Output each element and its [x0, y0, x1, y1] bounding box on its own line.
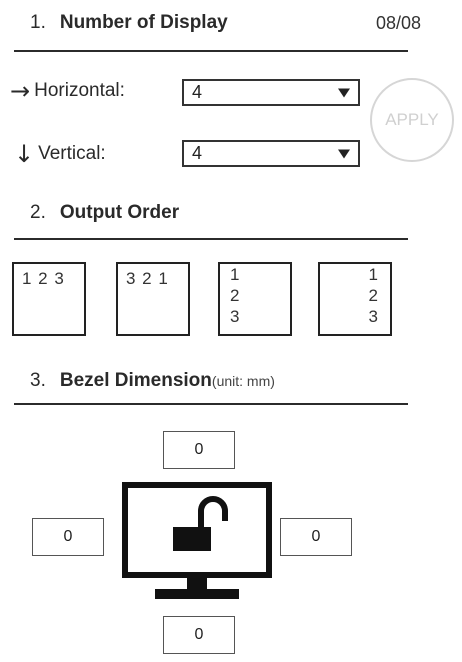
section-1-number: 1.: [30, 12, 46, 33]
bezel-left-input[interactable]: 0: [32, 518, 104, 556]
output-order-rtl-text: 3 2 1: [126, 269, 169, 288]
section-output-order-title: 2. Output Order: [30, 202, 179, 224]
vertical-row-label: ↓ Vertical:: [14, 140, 106, 168]
section-1-title: Number of Display: [59, 12, 228, 33]
chevron-down-icon: [338, 149, 350, 158]
section-3-title: Bezel Dimension: [59, 370, 212, 391]
section-2-divider: [14, 238, 408, 240]
horizontal-select[interactable]: 4: [182, 79, 360, 106]
output-order-vertical-right-digit-2: 2: [368, 286, 378, 305]
horizontal-row-label: → Horizontal:: [10, 78, 125, 104]
horizontal-label: Horizontal:: [34, 80, 125, 101]
chevron-down-icon: [338, 88, 350, 97]
output-order-option-rtl[interactable]: 3 2 1: [116, 262, 190, 336]
section-1-divider: [14, 50, 408, 52]
section-3-number: 3.: [30, 370, 46, 391]
bezel-top-value: 0: [194, 441, 204, 458]
section-2-title: Output Order: [59, 202, 180, 223]
output-order-vertical-right-digit-3: 3: [368, 307, 378, 326]
arrow-down-icon: ↓: [14, 140, 35, 168]
bezel-bottom-input[interactable]: 0: [163, 616, 235, 654]
bezel-top-input[interactable]: 0: [163, 431, 235, 469]
bezel-bottom-value: 0: [194, 626, 204, 643]
section-3-divider: [14, 403, 408, 405]
output-order-vertical-left-digit-1: 1: [230, 265, 240, 284]
output-order-vertical-left-digit-3: 3: [230, 307, 240, 326]
bezel-right-value: 0: [311, 528, 321, 545]
section-bezel-dimension-title: 3. Bezel Dimension(unit: mm): [30, 370, 275, 392]
monitor-icon[interactable]: [121, 481, 273, 605]
output-order-ltr-text: 1 2 3: [22, 269, 65, 288]
horizontal-select-value: 4: [192, 82, 203, 102]
arrow-right-icon: →: [10, 77, 31, 105]
output-order-option-vertical-right[interactable]: 1 2 3: [318, 262, 392, 336]
bezel-left-value: 0: [63, 528, 73, 545]
apply-button[interactable]: APPLY: [370, 78, 454, 162]
page-indicator: 08/08: [376, 13, 422, 33]
output-order-vertical-left-digit-2: 2: [230, 286, 240, 305]
bezel-right-input[interactable]: 0: [280, 518, 352, 556]
section-2-number: 2.: [30, 202, 46, 223]
output-order-option-ltr[interactable]: 1 2 3: [12, 262, 86, 336]
apply-button-label: APPLY: [385, 110, 439, 129]
section-3-unit: (unit: mm): [211, 373, 275, 389]
output-order-option-vertical-left[interactable]: 1 2 3: [218, 262, 292, 336]
output-order-vertical-right-digit-1: 1: [368, 265, 378, 284]
section-number-of-display-title: 1. Number of Display: [30, 12, 228, 34]
vertical-select-value: 4: [192, 143, 203, 163]
vertical-select[interactable]: 4: [182, 140, 360, 167]
vertical-label: Vertical:: [38, 143, 106, 164]
